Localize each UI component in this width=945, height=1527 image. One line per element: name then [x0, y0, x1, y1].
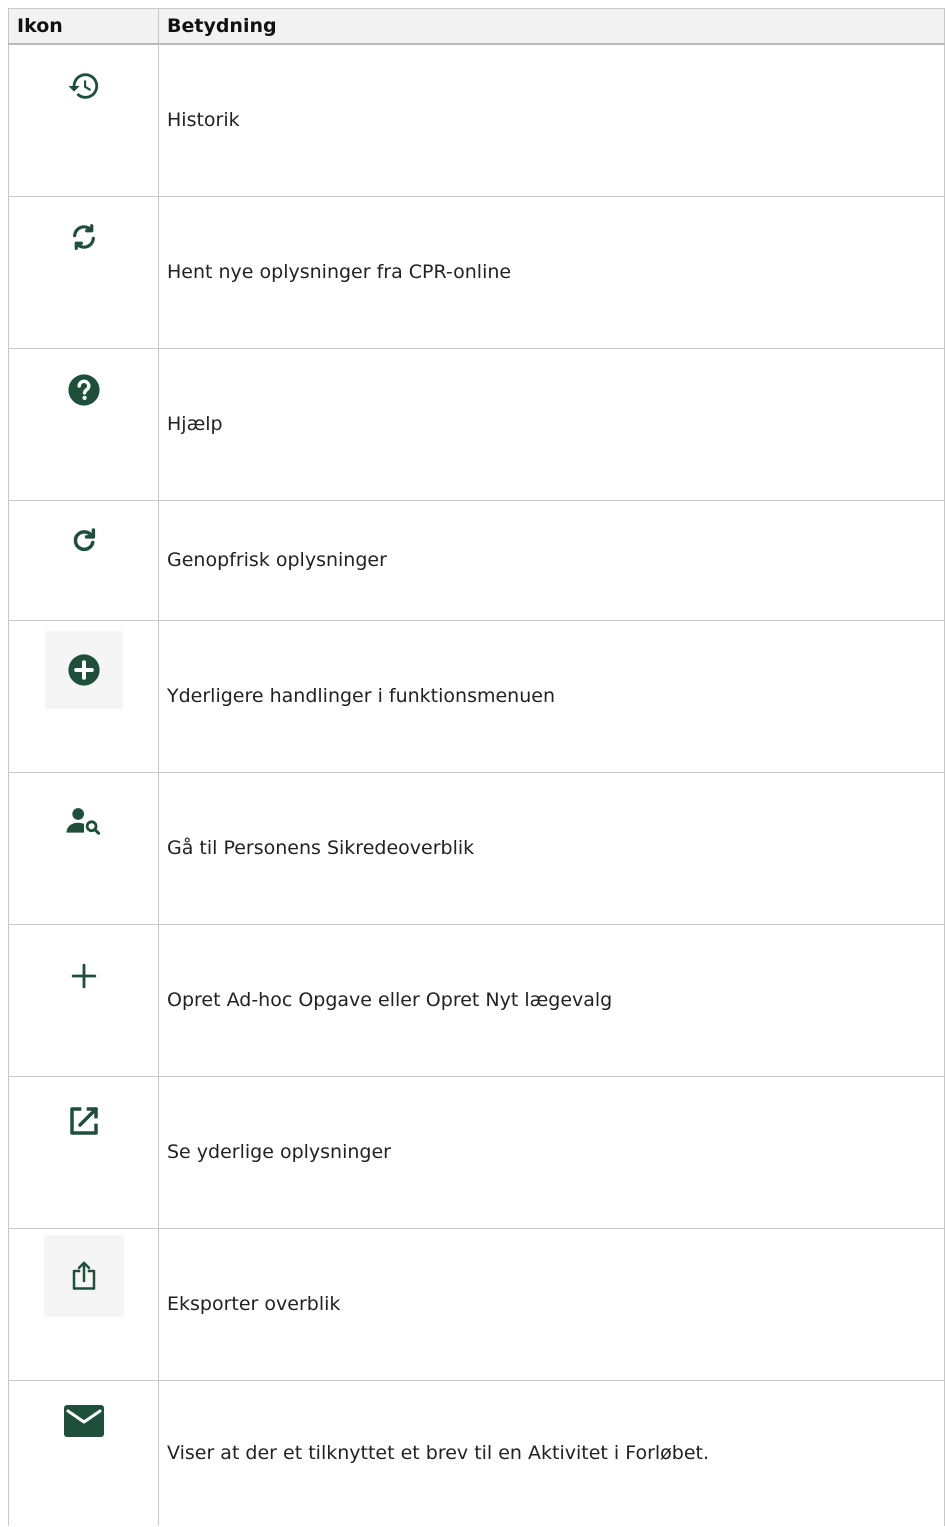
open-in-new-icon: [68, 1105, 100, 1137]
table-row: Genopfrisk oplysninger: [8, 499, 945, 621]
list-item: Genopfrisk oplysninger: [158, 499, 945, 621]
table-row: Eksporter overblik: [8, 1227, 945, 1381]
help-icon: [67, 373, 101, 407]
table-row: Viser at der et tilknyttet et brev til e…: [8, 1379, 945, 1526]
list-item: Opret Ad-hoc Opgave eller Opret Nyt læge…: [158, 923, 945, 1077]
add-circle-icon: [44, 630, 123, 709]
table-row: Se yderlige oplysninger: [8, 1075, 945, 1229]
table-row: Hent nye oplysninger fra CPR-online: [8, 195, 945, 349]
mail-icon: [63, 1404, 104, 1437]
sync-icon: [68, 221, 100, 253]
list-item: Eksporter overblik: [158, 1227, 945, 1381]
person-search-icon: [66, 807, 102, 835]
header-icon: Ikon: [8, 8, 159, 45]
list-item: Hjælp: [158, 347, 945, 501]
list-item: Gå til Personens Sikredeoverblik: [158, 771, 945, 925]
list-item: Yderligere handlinger i funktionsmenuen: [158, 619, 945, 773]
refresh-icon: [69, 525, 99, 555]
table-row: Yderligere handlinger i funktionsmenuen: [8, 619, 945, 773]
plus-icon: [71, 963, 97, 989]
list-item: Se yderlige oplysninger: [158, 1075, 945, 1229]
header-meaning: Betydning: [158, 8, 945, 45]
table-row: Opret Ad-hoc Opgave eller Opret Nyt læge…: [8, 923, 945, 1077]
table-row: Historik: [8, 43, 945, 197]
list-item: Viser at der et tilknyttet et brev til e…: [158, 1379, 945, 1526]
icon-legend-table: Ikon Betydning Historik Hent nye oplysni…: [8, 8, 945, 1526]
table-row: Gå til Personens Sikredeoverblik: [8, 771, 945, 925]
history-icon: [67, 69, 101, 103]
list-item: Hent nye oplysninger fra CPR-online: [158, 195, 945, 349]
table-row: Hjælp: [8, 347, 945, 501]
export-icon: [43, 1234, 124, 1317]
list-item: Historik: [158, 43, 945, 197]
table-header-row: Ikon Betydning: [8, 8, 945, 45]
